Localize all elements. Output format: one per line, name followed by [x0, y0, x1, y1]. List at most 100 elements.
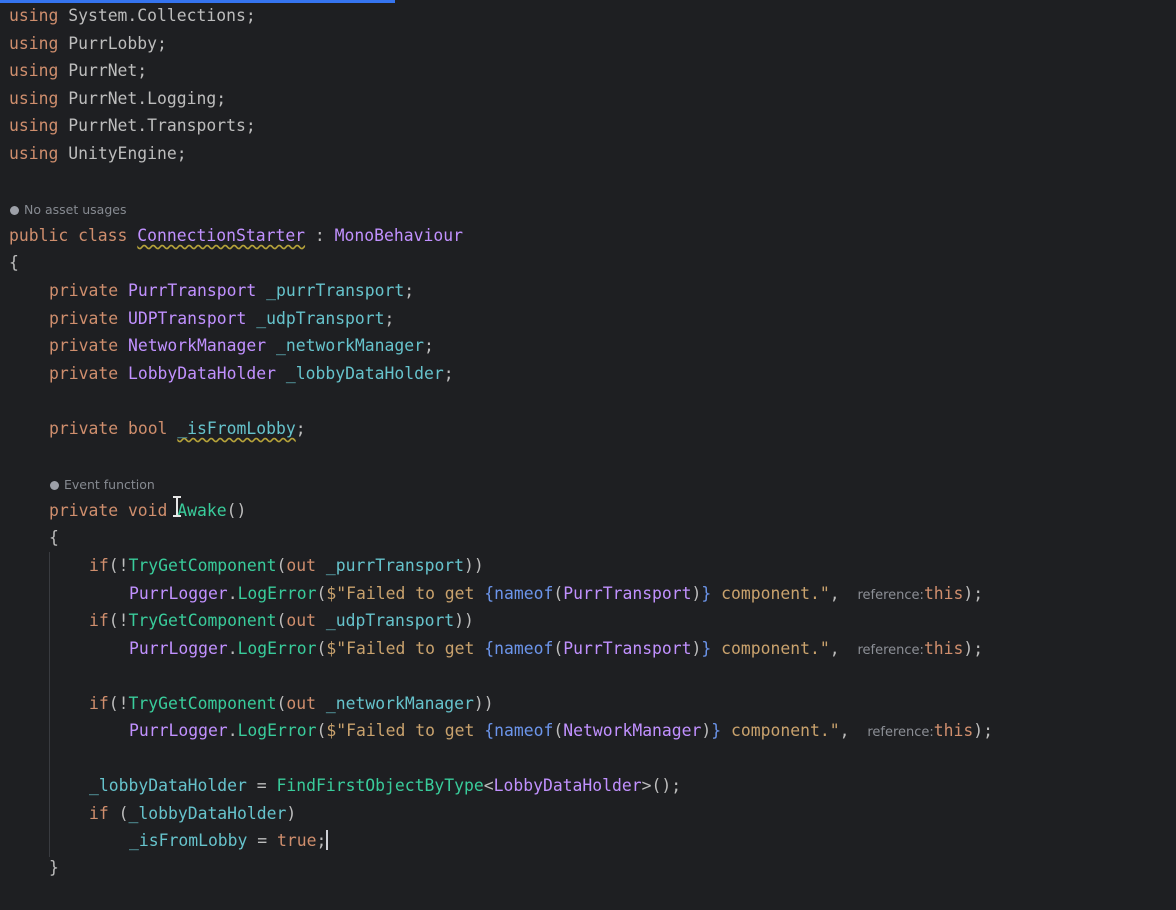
- if-statement[interactable]: if(!TryGetComponent(out _udpTransport)): [89, 609, 474, 633]
- log-error-call[interactable]: PurrLogger.LogError($"Failed to get {nam…: [129, 719, 993, 743]
- keyword-using: using: [9, 89, 59, 108]
- field-declaration[interactable]: private bool _isFromLobby;: [49, 417, 306, 441]
- using-line[interactable]: using PurrNet;: [9, 59, 147, 83]
- field-ref: _udpTransport: [325, 611, 455, 630]
- field-declaration[interactable]: private NetworkManager _networkManager;: [49, 334, 434, 358]
- type-ref: NetworkManager: [563, 721, 702, 740]
- keyword-nameof: nameof: [494, 584, 554, 603]
- keyword-out: out: [286, 556, 317, 575]
- namespace: PurrNet: [68, 61, 138, 80]
- keyword-if: if: [89, 694, 109, 713]
- semicolon: ;: [295, 419, 306, 438]
- field-ref: _lobbyDataHolder: [128, 804, 287, 823]
- keyword-if: if: [89, 556, 109, 575]
- code-vision-hint[interactable]: Event function: [50, 476, 155, 494]
- semicolon: ;: [384, 309, 395, 328]
- field-name: _purrTransport: [266, 281, 405, 300]
- unity-icon: [50, 481, 59, 490]
- if-statement[interactable]: if (_lobbyDataHolder): [89, 802, 296, 826]
- method-call: TryGetComponent: [128, 611, 277, 630]
- modifier: private: [49, 336, 119, 355]
- scroll-position-indicator: [0, 0, 395, 3]
- open-brace-line[interactable]: {: [49, 526, 59, 550]
- semicolon: ;: [176, 144, 187, 163]
- namespace: PurrLobby: [68, 34, 158, 53]
- open-brace-line[interactable]: {: [9, 251, 19, 275]
- keyword-using: using: [9, 61, 59, 80]
- string-literal: component.": [721, 721, 840, 740]
- field-ref: _lobbyDataHolder: [89, 776, 247, 795]
- logger-class: PurrLogger: [129, 721, 228, 740]
- field-name: _lobbyDataHolder: [285, 364, 444, 383]
- field-declaration[interactable]: private UDPTransport _udpTransport;: [49, 307, 394, 331]
- close-brace-line[interactable]: }: [49, 856, 59, 880]
- method-name[interactable]: Awake: [177, 501, 226, 520]
- semicolon: ;: [316, 831, 327, 850]
- namespace: UnityEngine: [68, 144, 177, 163]
- using-line[interactable]: using PurrNet.Transports;: [9, 114, 256, 138]
- class-declaration[interactable]: public class ConnectionStarter : MonoBeh…: [9, 224, 463, 248]
- open-brace: {: [9, 253, 19, 272]
- field-ref: _isFromLobby: [129, 831, 248, 850]
- string-literal: component.": [711, 639, 830, 658]
- field-type: PurrTransport: [127, 281, 257, 300]
- text-caret: [326, 830, 329, 850]
- field-type: bool: [127, 419, 168, 438]
- namespace: System.Collections: [68, 6, 246, 25]
- keyword-true: true: [277, 831, 317, 850]
- type-ref: PurrTransport: [563, 584, 692, 603]
- keyword-this: this: [923, 584, 964, 603]
- modifier: private: [49, 281, 119, 300]
- keyword-using: using: [9, 144, 59, 163]
- semicolon: ;: [216, 89, 227, 108]
- code-vision-hint[interactable]: No asset usages: [10, 201, 126, 219]
- parameter-inlay-hint: reference:: [857, 643, 924, 658]
- keyword-nameof: nameof: [494, 639, 554, 658]
- unity-icon: [10, 206, 19, 215]
- method-call: LogError: [237, 584, 317, 603]
- hint-text: Event function: [64, 477, 155, 492]
- field-declaration[interactable]: private LobbyDataHolder _lobbyDataHolder…: [49, 362, 454, 386]
- using-line[interactable]: using PurrLobby;: [9, 32, 167, 56]
- assignment-statement[interactable]: _isFromLobby = true;: [129, 829, 329, 853]
- modifier: private: [49, 309, 119, 328]
- log-error-call[interactable]: PurrLogger.LogError($"Failed to get {nam…: [129, 637, 983, 661]
- method-call: TryGetComponent: [128, 694, 277, 713]
- namespace: PurrNet.Transports: [68, 116, 246, 135]
- semicolon: ;: [245, 116, 256, 135]
- if-statement[interactable]: if(!TryGetComponent(out _purrTransport)): [89, 554, 484, 578]
- if-statement[interactable]: if(!TryGetComponent(out _networkManager)…: [89, 692, 494, 716]
- string-literal: $"Failed to get: [326, 584, 485, 603]
- keyword-if: if: [89, 611, 109, 630]
- method-call: TryGetComponent: [128, 556, 277, 575]
- field-name: _networkManager: [275, 336, 425, 355]
- using-line[interactable]: using UnityEngine;: [9, 142, 187, 166]
- method-call: LogError: [237, 721, 317, 740]
- field-name: _isFromLobby: [177, 419, 296, 438]
- semicolon: ;: [137, 61, 148, 80]
- log-error-call[interactable]: PurrLogger.LogError($"Failed to get {nam…: [129, 582, 983, 606]
- close-brace: }: [49, 858, 59, 877]
- class-modifiers: public class: [9, 226, 128, 245]
- string-literal: $"Failed to get: [326, 721, 485, 740]
- keyword-out: out: [286, 611, 317, 630]
- base-class[interactable]: MonoBehaviour: [335, 226, 463, 245]
- using-line[interactable]: using PurrNet.Logging;: [9, 87, 226, 111]
- keyword-if: if: [89, 804, 109, 823]
- field-declaration[interactable]: private PurrTransport _purrTransport;: [49, 279, 414, 303]
- class-name[interactable]: ConnectionStarter: [137, 226, 305, 245]
- code-editor[interactable]: using System.Collections; using PurrLobb…: [0, 0, 1176, 910]
- keyword-this: this: [933, 721, 974, 740]
- keyword-nameof: nameof: [494, 721, 554, 740]
- field-ref: _purrTransport: [325, 556, 465, 575]
- string-literal: $"Failed to get: [326, 639, 485, 658]
- parameter-inlay-hint: reference:: [867, 725, 934, 740]
- semicolon: ;: [404, 281, 415, 300]
- type-argument: LobbyDataHolder: [493, 776, 642, 795]
- semicolon: ;: [424, 336, 434, 355]
- parameter-inlay-hint: reference:: [857, 588, 924, 603]
- assignment-statement[interactable]: _lobbyDataHolder = FindFirstObjectByType…: [89, 774, 681, 798]
- hint-text: No asset usages: [24, 202, 127, 217]
- using-line[interactable]: using System.Collections;: [9, 4, 256, 28]
- method-declaration[interactable]: private void Awake(): [49, 499, 246, 523]
